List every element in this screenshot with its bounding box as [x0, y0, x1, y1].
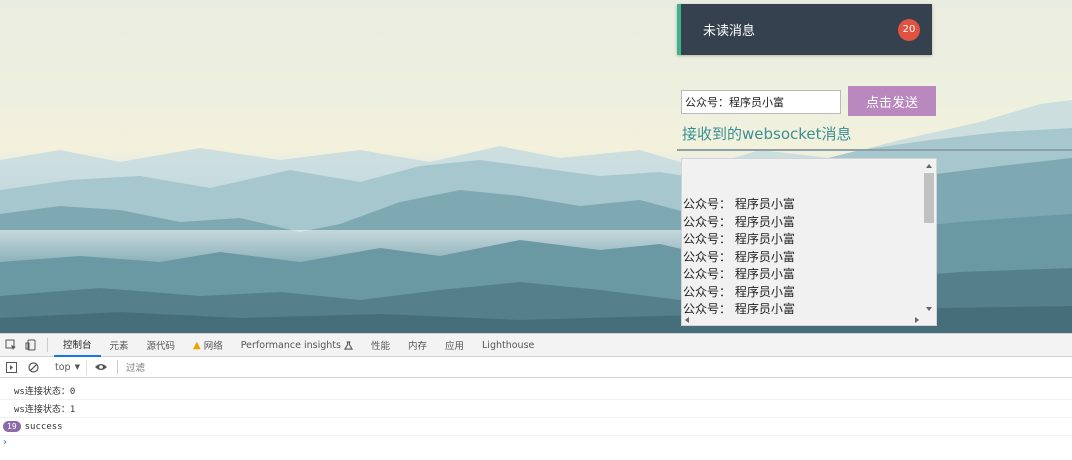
devtools-panel: 控制台 元素 源代码 ▲ 网络 Performance insights 性能 …: [0, 333, 1072, 460]
console-prompt[interactable]: ›: [0, 436, 1072, 450]
console-log-line-success: 19 success: [0, 418, 1072, 436]
scroll-thumb[interactable]: [924, 173, 934, 223]
vertical-scrollbar[interactable]: [922, 159, 936, 315]
message-line: 公众号： 程序员小富: [683, 232, 795, 246]
devtools-tab-bar: 控制台 元素 源代码 ▲ 网络 Performance insights 性能 …: [0, 333, 1072, 357]
scroll-right-icon[interactable]: [915, 317, 919, 323]
message-line: 公众号： 程序员小富: [683, 267, 795, 281]
flask-icon: [343, 340, 353, 350]
unread-messages-label: 未读消息: [703, 24, 756, 39]
message-line: 公众号： 程序员小富: [683, 249, 795, 264]
tab-memory[interactable]: 内存: [399, 334, 436, 357]
received-messages-box[interactable]: 公众号： 程序员小富 公众号： 程序员小富 公众号： 程序员小富 公众号： 程序…: [681, 158, 937, 326]
scroll-down-icon[interactable]: [926, 307, 932, 311]
message-input[interactable]: [681, 90, 841, 114]
sidebar-icon[interactable]: [3, 359, 19, 375]
tab-sources[interactable]: 源代码: [138, 334, 185, 357]
console-log-line: ws连接状态：1: [0, 400, 1072, 418]
device-toggle-icon[interactable]: [23, 337, 39, 353]
page-background: 未读消息 20 点击发送 接收到的websocket消息 公众号： 程序员小富 …: [0, 0, 1072, 333]
toolbar-separator: [47, 338, 48, 352]
clear-icon[interactable]: [25, 359, 41, 375]
message-line: 公众号： 程序员小富: [683, 197, 795, 211]
tab-console[interactable]: 控制台: [54, 334, 101, 357]
unread-messages-card[interactable]: 未读消息 20: [677, 4, 932, 55]
message-list: 公众号： 程序员小富 公众号： 程序员小富 公众号： 程序员小富 公众号： 程序…: [683, 196, 921, 319]
tab-application[interactable]: 应用: [436, 334, 473, 357]
message-line: 公众号： 程序员小富: [683, 284, 795, 299]
inspect-icon[interactable]: [3, 337, 19, 353]
console-log-line: ws连接状态：0: [0, 382, 1072, 400]
context-select[interactable]: top ▼: [49, 359, 87, 375]
send-button[interactable]: 点击发送: [848, 86, 936, 116]
eye-icon[interactable]: [93, 359, 109, 375]
context-select-value: top: [55, 361, 71, 373]
toolbar-separator: [116, 360, 118, 374]
repeat-count-badge: 19: [3, 421, 21, 432]
warning-icon: ▲: [193, 339, 201, 351]
tab-performance[interactable]: 性能: [362, 334, 399, 357]
filter-input[interactable]: 过滤: [126, 360, 145, 374]
scroll-up-icon[interactable]: [926, 164, 932, 168]
received-messages-title: 接收到的websocket消息: [682, 125, 852, 143]
console-output: ws连接状态：0 ws连接状态：1 19 success ›: [0, 378, 1072, 450]
tab-network-label: 网络: [203, 341, 223, 352]
tab-elements[interactable]: 元素: [101, 334, 138, 357]
tab-performance-insights-label: Performance insights: [240, 339, 341, 351]
divider: [677, 149, 1072, 151]
message-line: 公众号： 程序员小富: [683, 214, 795, 229]
dropdown-icon: ▼: [74, 363, 80, 371]
tab-lighthouse[interactable]: Lighthouse: [473, 334, 543, 357]
console-filter-bar: top ▼ 过滤: [0, 357, 1072, 378]
scroll-left-icon[interactable]: [685, 317, 689, 323]
tab-performance-insights[interactable]: Performance insights: [232, 334, 362, 357]
horizontal-scrollbar[interactable]: [682, 314, 922, 325]
console-log-text: success: [24, 421, 63, 432]
unread-count-badge: 20: [898, 18, 920, 41]
tab-network[interactable]: ▲ 网络: [184, 334, 232, 357]
